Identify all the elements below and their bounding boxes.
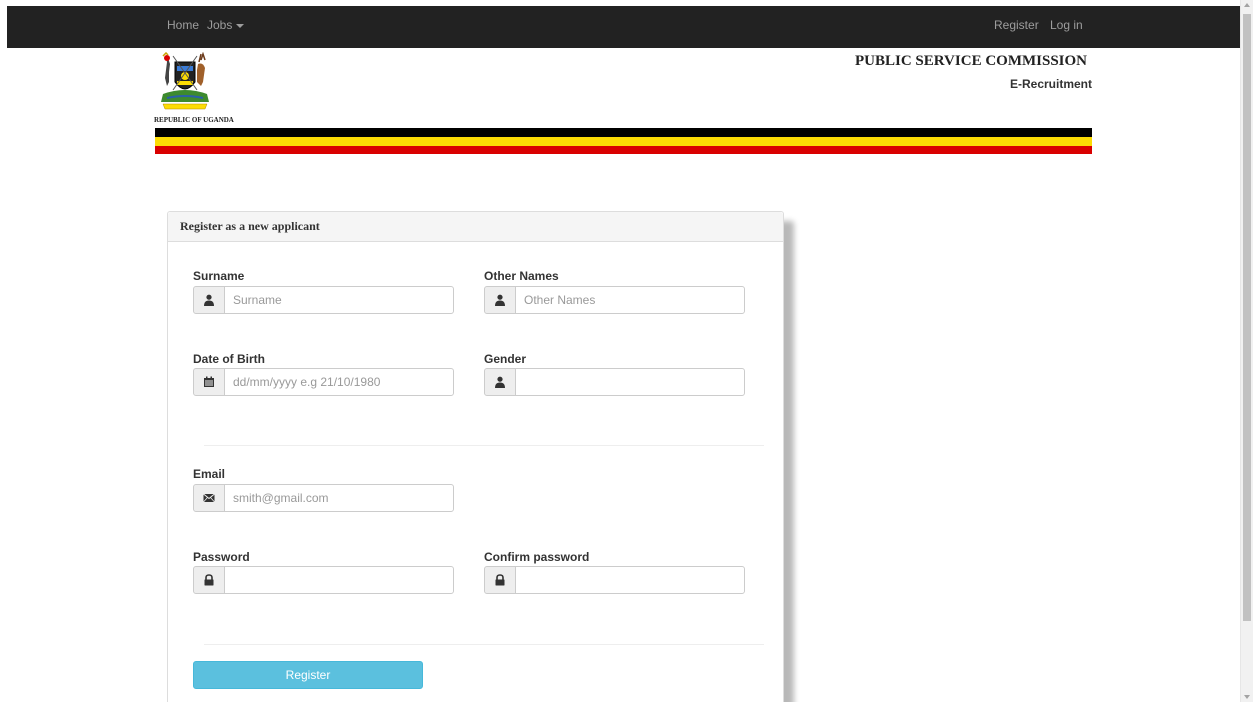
- scrollbar-thumb[interactable]: [1243, 14, 1251, 621]
- lock-icon: [193, 566, 225, 594]
- dob-input[interactable]: [224, 368, 454, 396]
- register-button[interactable]: Register: [193, 661, 423, 689]
- caret-down-icon: [236, 23, 245, 28]
- org-title: PUBLIC SERVICE COMMISSION: [854, 53, 1087, 69]
- other-names-input-group: [484, 286, 745, 314]
- org-subtitle: E-Recruitment: [1009, 77, 1092, 91]
- scroll-up-arrow-icon[interactable]: [1244, 3, 1250, 7]
- email-input-group: [193, 484, 454, 512]
- section-divider: [204, 644, 764, 645]
- scroll-down-arrow-icon[interactable]: [1244, 695, 1250, 699]
- nav-home-link[interactable]: Home: [167, 6, 199, 48]
- other-names-label: Other Names: [484, 269, 559, 283]
- password-input-group: [193, 566, 454, 594]
- other-names-input[interactable]: [515, 286, 745, 314]
- gender-input[interactable]: [515, 368, 745, 396]
- dob-label: Date of Birth: [193, 352, 265, 366]
- confirm-password-input[interactable]: [515, 566, 745, 594]
- gender-input-group: [484, 368, 745, 396]
- envelope-icon: [193, 484, 225, 512]
- password-input[interactable]: [224, 566, 454, 594]
- user-icon: [484, 368, 516, 396]
- flag-stripe-red: [155, 146, 1092, 154]
- confirm-password-input-group: [484, 566, 745, 594]
- coat-of-arms-icon: [157, 51, 213, 112]
- flag-stripe-yellow: [155, 137, 1092, 146]
- panel-title: Register as a new applicant: [180, 219, 320, 233]
- republic-label: REPUBLIC OF UGANDA: [154, 116, 234, 124]
- email-input[interactable]: [224, 484, 454, 512]
- vertical-scrollbar[interactable]: [1240, 0, 1253, 702]
- calendar-icon: [193, 368, 225, 396]
- register-panel: Register as a new applicant Surname Othe…: [167, 211, 784, 702]
- lock-icon: [484, 566, 516, 594]
- panel-heading: Register as a new applicant: [168, 212, 783, 242]
- nav-jobs-dropdown[interactable]: Jobs: [207, 6, 245, 48]
- user-icon: [193, 286, 225, 314]
- gender-label: Gender: [484, 352, 527, 366]
- navbar: Home Jobs Register Log in: [7, 6, 1240, 48]
- flag-stripes: [155, 128, 1092, 154]
- password-label: Password: [193, 550, 250, 564]
- confirm-password-label: Confirm password: [484, 550, 590, 564]
- surname-input-group: [193, 286, 454, 314]
- page-viewport: Home Jobs Register Log in REPUBLIC OF UG…: [0, 0, 1240, 702]
- flag-stripe-black: [155, 128, 1092, 137]
- section-divider: [204, 445, 764, 446]
- nav-login-link[interactable]: Log in: [1050, 6, 1083, 48]
- nav-jobs-label: Jobs: [207, 18, 233, 32]
- surname-label: Surname: [193, 269, 245, 283]
- surname-input[interactable]: [224, 286, 454, 314]
- nav-register-link[interactable]: Register: [994, 6, 1039, 48]
- dob-input-group: [193, 368, 454, 396]
- email-label: Email: [193, 467, 226, 481]
- user-icon: [484, 286, 516, 314]
